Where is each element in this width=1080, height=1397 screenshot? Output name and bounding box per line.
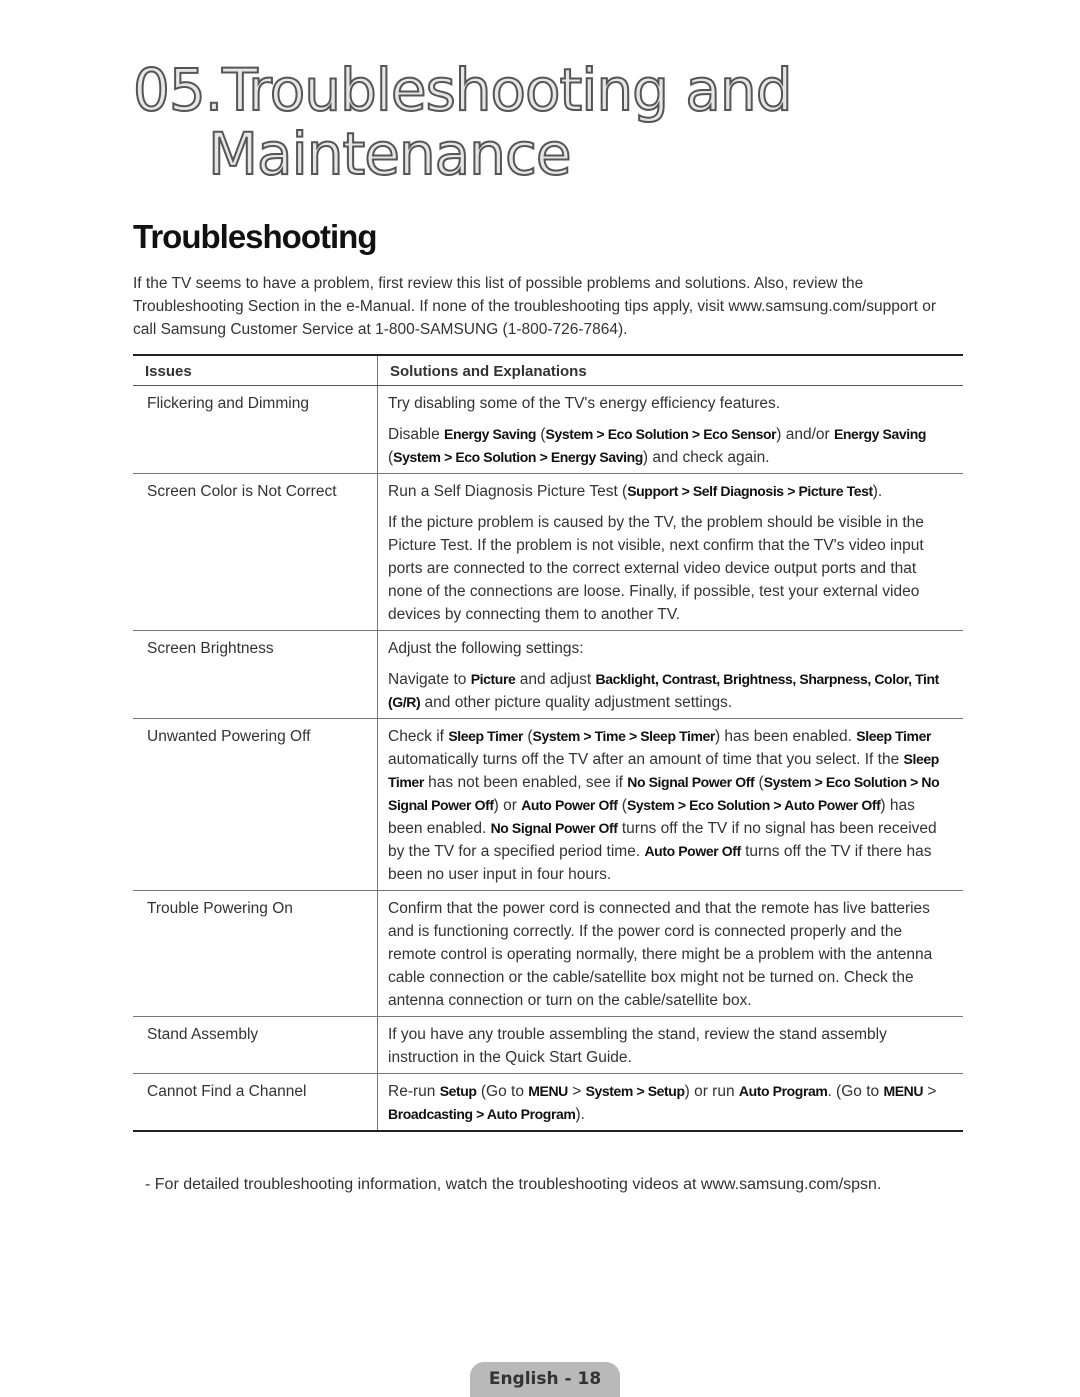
chapter-title-line2: Maintenance [207,120,573,188]
issue-cell: Stand Assembly [133,1016,378,1074]
chapter-title-line1: 05.Troubleshooting and [132,56,794,124]
solution-text: has not been enabled, see if [423,774,628,791]
solution-cell: Run a Self Diagnosis Picture Test (Suppo… [377,473,963,631]
menu-path-text: Sleep Timer [856,728,932,744]
chapter-title: 05.Troubleshooting and Maintenance [132,56,794,188]
solution-text: ( [523,728,533,745]
menu-path-text: System > Eco Solution > Energy Saving [393,449,643,465]
issue-cell: Screen Brightness [133,630,378,719]
table-row: Cannot Find a Channel Re-run Setup (Go to… [133,1073,963,1132]
solution-text: ( [617,797,627,814]
footnote: - For detailed troubleshooting informati… [145,1176,882,1193]
menu-path-text: MENU [528,1083,568,1099]
solution-text: Run a Self Diagnosis Picture Test ( [388,483,628,500]
menu-path-text: No Signal Power Off [627,774,755,790]
solution-paragraph: Try disabling some of the TV's energy ef… [388,392,953,415]
menu-path-text: System > Time > Sleep Timer [532,728,716,744]
solution-text: (Go to [476,1083,529,1100]
solution-paragraph: Check if Sleep Timer (System > Time > Sl… [388,725,953,886]
header-solutions: Solutions and Explanations [377,354,963,386]
solution-cell: Adjust the following settings: Navigate t… [377,630,963,719]
issue-cell: Flickering and Dimming [133,385,378,474]
menu-path-text: Setup [439,1083,477,1099]
solution-text: Check if [388,728,449,745]
solution-text: Navigate to [388,671,471,688]
menu-path-text: System > Setup [585,1083,685,1099]
solution-text: . (Go to [827,1083,884,1100]
solution-text: ) or run [684,1083,739,1100]
solution-cell: If you have any trouble assembling the s… [377,1016,963,1074]
menu-path-text: Auto Program [738,1083,828,1099]
table-row: Stand Assembly If you have any trouble as… [133,1016,963,1074]
solution-text: automatically turns off the TV after an … [388,751,904,768]
solution-cell: Confirm that the power cord is connected… [377,890,963,1017]
solution-text: Try disabling some of the TV's energy ef… [388,395,781,412]
solution-cell: Re-run Setup (Go to MENU > System > Setu… [377,1073,963,1132]
table-row: Trouble Powering On Confirm that the powe… [133,890,963,1017]
intro-paragraph: If the TV seems to have a problem, first… [133,275,936,338]
table-row: Unwanted Powering Off Check if Sleep Time… [133,718,963,891]
solution-text: If you have any trouble assembling the s… [388,1026,887,1066]
solution-paragraph: If you have any trouble assembling the s… [388,1023,953,1069]
table-header-row: Issues Solutions and Explanations [133,354,963,386]
menu-path-text: Broadcasting > Auto Program [388,1106,576,1122]
solution-text: and adjust [515,671,596,688]
solution-paragraph: Adjust the following settings: [388,637,953,660]
table-row: Screen Color is Not Correct Run a Self Di… [133,473,963,631]
issue-cell: Trouble Powering On [133,890,378,1017]
menu-path-text: Energy Saving [444,426,537,442]
menu-path-text: System > Eco Solution > Eco Sensor [545,426,777,442]
menu-path-text: Auto Power Off [521,797,618,813]
solution-paragraph: Run a Self Diagnosis Picture Test (Suppo… [388,480,953,503]
solution-text: ( [754,774,764,791]
solution-text: ). [872,483,883,500]
solution-paragraph: Confirm that the power cord is connected… [388,897,953,1012]
troubleshooting-table: Issues Solutions and Explanations Flicke… [133,354,963,1132]
issue-cell: Screen Color is Not Correct [133,473,378,631]
solution-cell: Check if Sleep Timer (System > Time > Sl… [377,718,963,891]
solution-text: ) and check again. [642,449,770,466]
table-row: Flickering and Dimming Try disabling some… [133,385,963,474]
header-issues: Issues [133,354,378,386]
menu-path-text: Support > Self Diagnosis > Picture Test [627,483,873,499]
table-row: Screen Brightness Adjust the following se… [133,630,963,719]
menu-path-text: System > Eco Solution > Auto Power Off [626,797,881,813]
menu-path-text: Picture [470,671,516,687]
menu-path-text: MENU [883,1083,924,1099]
solution-paragraph: Re-run Setup (Go to MENU > System > Setu… [388,1080,953,1126]
issue-cell: Unwanted Powering Off [133,718,378,891]
menu-path-text: No Signal Power Off [490,820,618,836]
solution-text: Re-run [388,1083,440,1100]
solution-text: > [567,1083,586,1100]
solution-paragraph: If the picture problem is caused by the … [388,511,953,626]
manual-page: 05.Troubleshooting and Maintenance Troub… [0,0,1080,1397]
solution-text: Disable [388,426,444,443]
solution-text: ). [575,1106,585,1123]
solution-text: ( [536,426,546,443]
section-heading: Troubleshooting [133,218,377,255]
menu-path-text: Energy Saving [833,426,927,442]
solution-text: If the picture problem is caused by the … [388,514,924,623]
solution-text: ) or [493,797,522,814]
solution-text: and other picture quality adjustment set… [420,694,733,711]
solution-text: ) has been enabled. [714,728,857,745]
solution-paragraph: Disable Energy Saving (System > Eco Solu… [388,423,953,469]
menu-path-text: Auto Power Off [644,843,741,859]
solution-text: Confirm that the power cord is connected… [388,900,933,1009]
issue-cell: Cannot Find a Channel [133,1073,378,1132]
solution-paragraph: Navigate to Picture and adjust Backlight… [388,668,953,714]
solution-text: Adjust the following settings: [388,640,584,657]
solution-cell: Try disabling some of the TV's energy ef… [377,385,963,474]
solution-text: ) and/or [776,426,834,443]
page-number-badge: English - 18 [470,1362,620,1397]
menu-path-text: Sleep Timer [448,728,524,744]
solution-text: > [923,1083,937,1100]
